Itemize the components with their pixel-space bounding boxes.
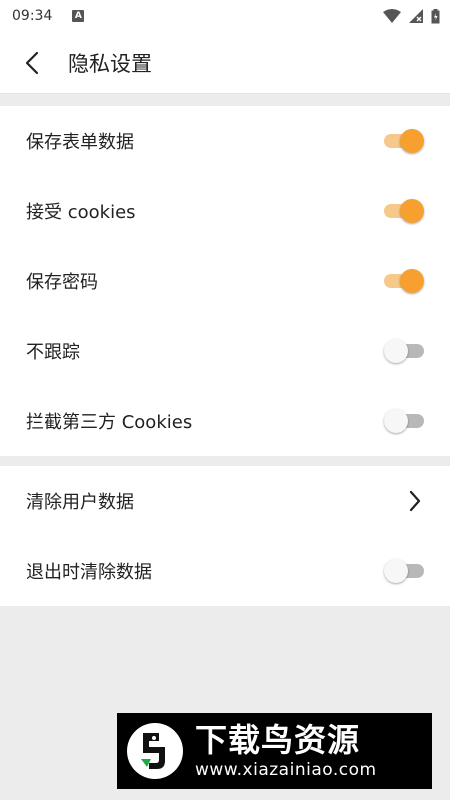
setting-label: 保存密码: [26, 272, 98, 293]
block-third-party-cookies-switch[interactable]: [384, 408, 424, 434]
setting-save-passwords[interactable]: 保存密码: [0, 246, 450, 316]
status-bar: 09:34 A: [0, 0, 450, 32]
back-button[interactable]: [20, 48, 44, 78]
notification-a-icon: A: [72, 10, 85, 22]
setting-label: 清除用户数据: [26, 492, 134, 513]
save-passwords-switch[interactable]: [384, 268, 424, 294]
page-title: 隐私设置: [68, 51, 152, 76]
do-not-track-switch[interactable]: [384, 338, 424, 364]
setting-label: 拦截第三方 Cookies: [26, 412, 193, 433]
privacy-toggles-section: 保存表单数据 接受 cookies 保存密码 不跟踪 拦截第三方 Cookies: [0, 106, 450, 456]
data-section: 清除用户数据 退出时清除数据: [0, 466, 450, 606]
setting-do-not-track[interactable]: 不跟踪: [0, 316, 450, 386]
clear-user-data-item[interactable]: 清除用户数据: [0, 466, 450, 536]
watermark-text: 下载鸟资源 www.xiazainiao.com: [195, 721, 377, 781]
clear-on-exit-switch[interactable]: [384, 558, 424, 584]
switch-thumb: [384, 409, 408, 433]
setting-block-third-party-cookies[interactable]: 拦截第三方 Cookies: [0, 386, 450, 456]
section-divider: [0, 94, 450, 106]
switch-thumb: [384, 559, 408, 583]
status-icons: [383, 8, 440, 24]
save-form-data-switch[interactable]: [384, 128, 424, 154]
wifi-icon: [383, 9, 401, 23]
switch-thumb: [400, 129, 424, 153]
chevron-right-icon: [406, 489, 424, 513]
watermark-banner: 下载鸟资源 www.xiazainiao.com: [117, 713, 432, 789]
switch-thumb: [384, 339, 408, 363]
accept-cookies-switch[interactable]: [384, 198, 424, 224]
switch-thumb: [400, 269, 424, 293]
setting-save-form-data[interactable]: 保存表单数据: [0, 106, 450, 176]
setting-label: 不跟踪: [26, 342, 80, 363]
battery-icon: [431, 8, 440, 23]
watermark-url: www.xiazainiao.com: [195, 760, 377, 780]
signal-icon: [409, 9, 423, 23]
watermark-name: 下载鸟资源: [195, 721, 361, 759]
setting-accept-cookies[interactable]: 接受 cookies: [0, 176, 450, 246]
app-header: 隐私设置: [0, 32, 450, 94]
chevron-left-icon: [25, 51, 39, 74]
setting-clear-on-exit[interactable]: 退出时清除数据: [0, 536, 450, 606]
switch-thumb: [400, 199, 424, 223]
setting-label: 保存表单数据: [26, 132, 134, 153]
setting-label: 退出时清除数据: [26, 562, 152, 583]
setting-label: 接受 cookies: [26, 202, 136, 223]
bird-logo-icon: [127, 723, 183, 779]
section-divider: [0, 456, 450, 466]
status-time: 09:34: [12, 8, 53, 24]
